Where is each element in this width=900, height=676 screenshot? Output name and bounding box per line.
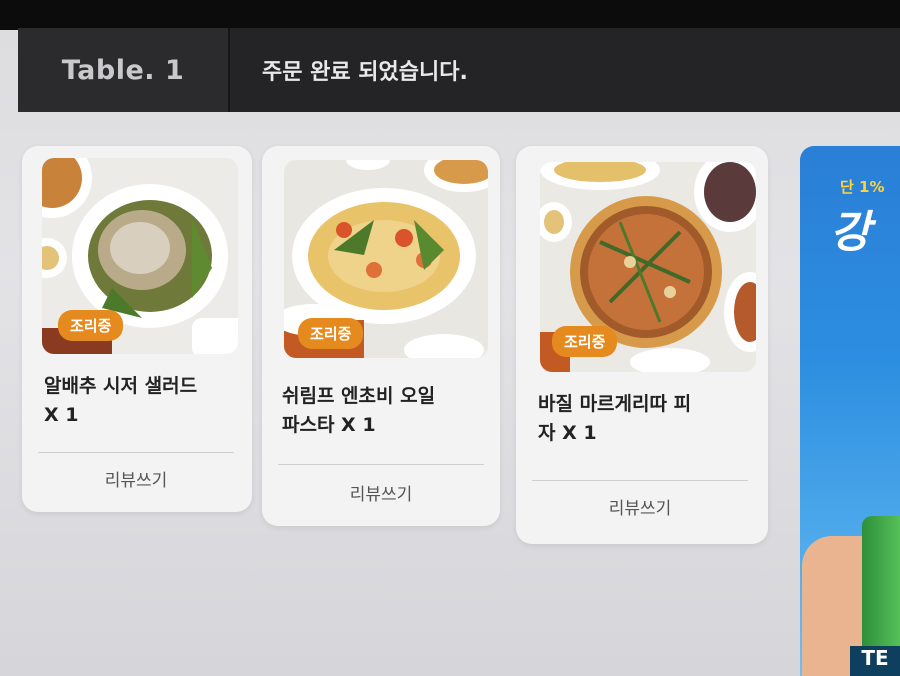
bottle-label: TE bbox=[850, 646, 900, 676]
ad-headline: 강 bbox=[830, 207, 871, 258]
item-name-line: 바질 마르게리따 피 bbox=[538, 393, 692, 415]
item-name-line: 알배추 시저 샐러드 bbox=[44, 375, 198, 397]
order-card: 조리중 쉬림프 엔초비 오일 파스타 X 1 리뷰쓰기 bbox=[262, 146, 500, 526]
ad-banner[interactable]: 단 1% 강 TE bbox=[800, 146, 900, 676]
item-name-line: 쉬림프 엔초비 오일 bbox=[282, 385, 436, 407]
card-divider bbox=[38, 452, 234, 453]
write-review-button[interactable]: 리뷰쓰기 bbox=[532, 494, 748, 519]
item-name: 바질 마르게리따 피 자 X 1 bbox=[538, 390, 758, 448]
order-card: 조리중 알배추 시저 샐러드 X 1 리뷰쓰기 bbox=[22, 146, 252, 512]
status-badge: 조리중 bbox=[58, 310, 124, 341]
item-name-line: 자 X 1 bbox=[538, 422, 597, 444]
ad-tagline: 단 1% bbox=[840, 178, 885, 196]
order-card: 조리중 바질 마르게리따 피 자 X 1 리뷰쓰기 bbox=[516, 146, 768, 544]
card-divider bbox=[278, 464, 484, 465]
card-divider bbox=[532, 480, 748, 481]
write-review-button[interactable]: 리뷰쓰기 bbox=[278, 480, 484, 505]
item-name: 알배추 시저 샐러드 X 1 bbox=[44, 372, 244, 430]
status-badge: 조리중 bbox=[552, 326, 618, 357]
item-name-line: 파스타 X 1 bbox=[282, 414, 376, 436]
item-name-line: X 1 bbox=[44, 404, 79, 426]
order-cards: 조리중 알배추 시저 샐러드 X 1 리뷰쓰기 조리중 쉬림프 엔초비 오일 파… bbox=[0, 0, 900, 676]
item-name: 쉬림프 엔초비 오일 파스타 X 1 bbox=[282, 382, 492, 440]
status-badge: 조리중 bbox=[298, 318, 364, 349]
write-review-button[interactable]: 리뷰쓰기 bbox=[38, 466, 234, 491]
order-screen: Table. 1 주문 완료 되었습니다. 조리중 알배추 시저 샐러드 X 1… bbox=[0, 0, 900, 676]
